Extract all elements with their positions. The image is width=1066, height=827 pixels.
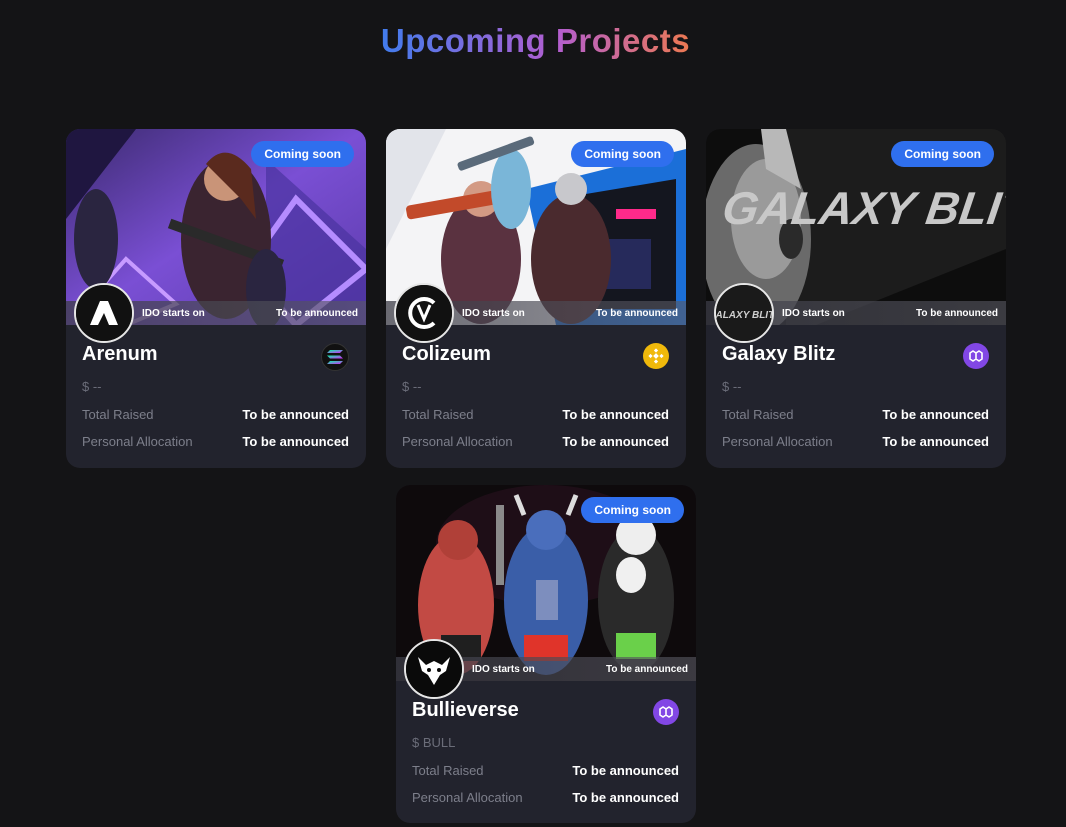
allocation-label: Personal Allocation <box>402 434 513 449</box>
project-card-arenum[interactable]: Coming soon IDO starts on To be announce… <box>66 129 366 468</box>
total-raised-label: Total Raised <box>402 407 474 422</box>
project-logo <box>394 283 454 343</box>
project-name: Arenum <box>82 343 158 365</box>
total-raised-value: To be announced <box>562 407 669 422</box>
ido-label: IDO starts on <box>142 308 205 319</box>
ido-value: To be announced <box>915 308 998 319</box>
banner-wordmark: GALAXY BLITZ <box>719 182 1006 234</box>
ido-value: To be announced <box>595 308 678 319</box>
total-raised-value: To be announced <box>882 407 989 422</box>
solana-icon <box>321 343 349 371</box>
logo-wordmark: GALAXY BLITZ <box>716 310 772 321</box>
project-logo <box>404 639 464 699</box>
total-raised-value: To be announced <box>242 407 349 422</box>
ido-label: IDO starts on <box>472 664 535 675</box>
project-logo: GALAXY BLITZ <box>714 283 774 343</box>
allocation-label: Personal Allocation <box>82 434 193 449</box>
token-ticker: $ -- <box>722 379 742 394</box>
polygon-icon <box>963 343 989 369</box>
coming-soon-badge: Coming soon <box>581 497 684 523</box>
allocation-value: To be announced <box>882 434 989 449</box>
allocation-label: Personal Allocation <box>412 790 523 805</box>
allocation-value: To be announced <box>572 790 679 805</box>
ido-label: IDO starts on <box>782 308 845 319</box>
page-title: Upcoming Projects <box>0 22 1066 60</box>
allocation-value: To be announced <box>242 434 349 449</box>
coming-soon-badge: Coming soon <box>891 141 994 167</box>
bnb-icon <box>643 343 669 369</box>
token-ticker: $ -- <box>82 379 102 394</box>
project-name: Galaxy Blitz <box>722 343 836 365</box>
project-logo <box>74 283 134 343</box>
project-card-colizeum[interactable]: Coming soon IDO starts on To be announce… <box>386 129 686 468</box>
total-raised-label: Total Raised <box>412 763 484 778</box>
allocation-label: Personal Allocation <box>722 434 833 449</box>
project-card-galaxy-blitz[interactable]: GALAXY BLITZ Coming soon IDO starts on T… <box>706 129 1006 468</box>
total-raised-label: Total Raised <box>722 407 794 422</box>
polygon-icon <box>653 699 679 725</box>
token-ticker: $ BULL <box>412 735 456 750</box>
project-name: Colizeum <box>402 343 491 365</box>
allocation-value: To be announced <box>562 434 669 449</box>
total-raised-label: Total Raised <box>82 407 154 422</box>
coming-soon-badge: Coming soon <box>571 141 674 167</box>
ido-label: IDO starts on <box>462 308 525 319</box>
coming-soon-badge: Coming soon <box>251 141 354 167</box>
total-raised-value: To be announced <box>572 763 679 778</box>
project-name: Bullieverse <box>412 699 519 721</box>
token-ticker: $ -- <box>402 379 422 394</box>
ido-value: To be announced <box>605 664 688 675</box>
project-card-bullieverse[interactable]: Coming soon IDO starts on To be announce… <box>396 485 696 823</box>
ido-value: To be announced <box>275 308 358 319</box>
